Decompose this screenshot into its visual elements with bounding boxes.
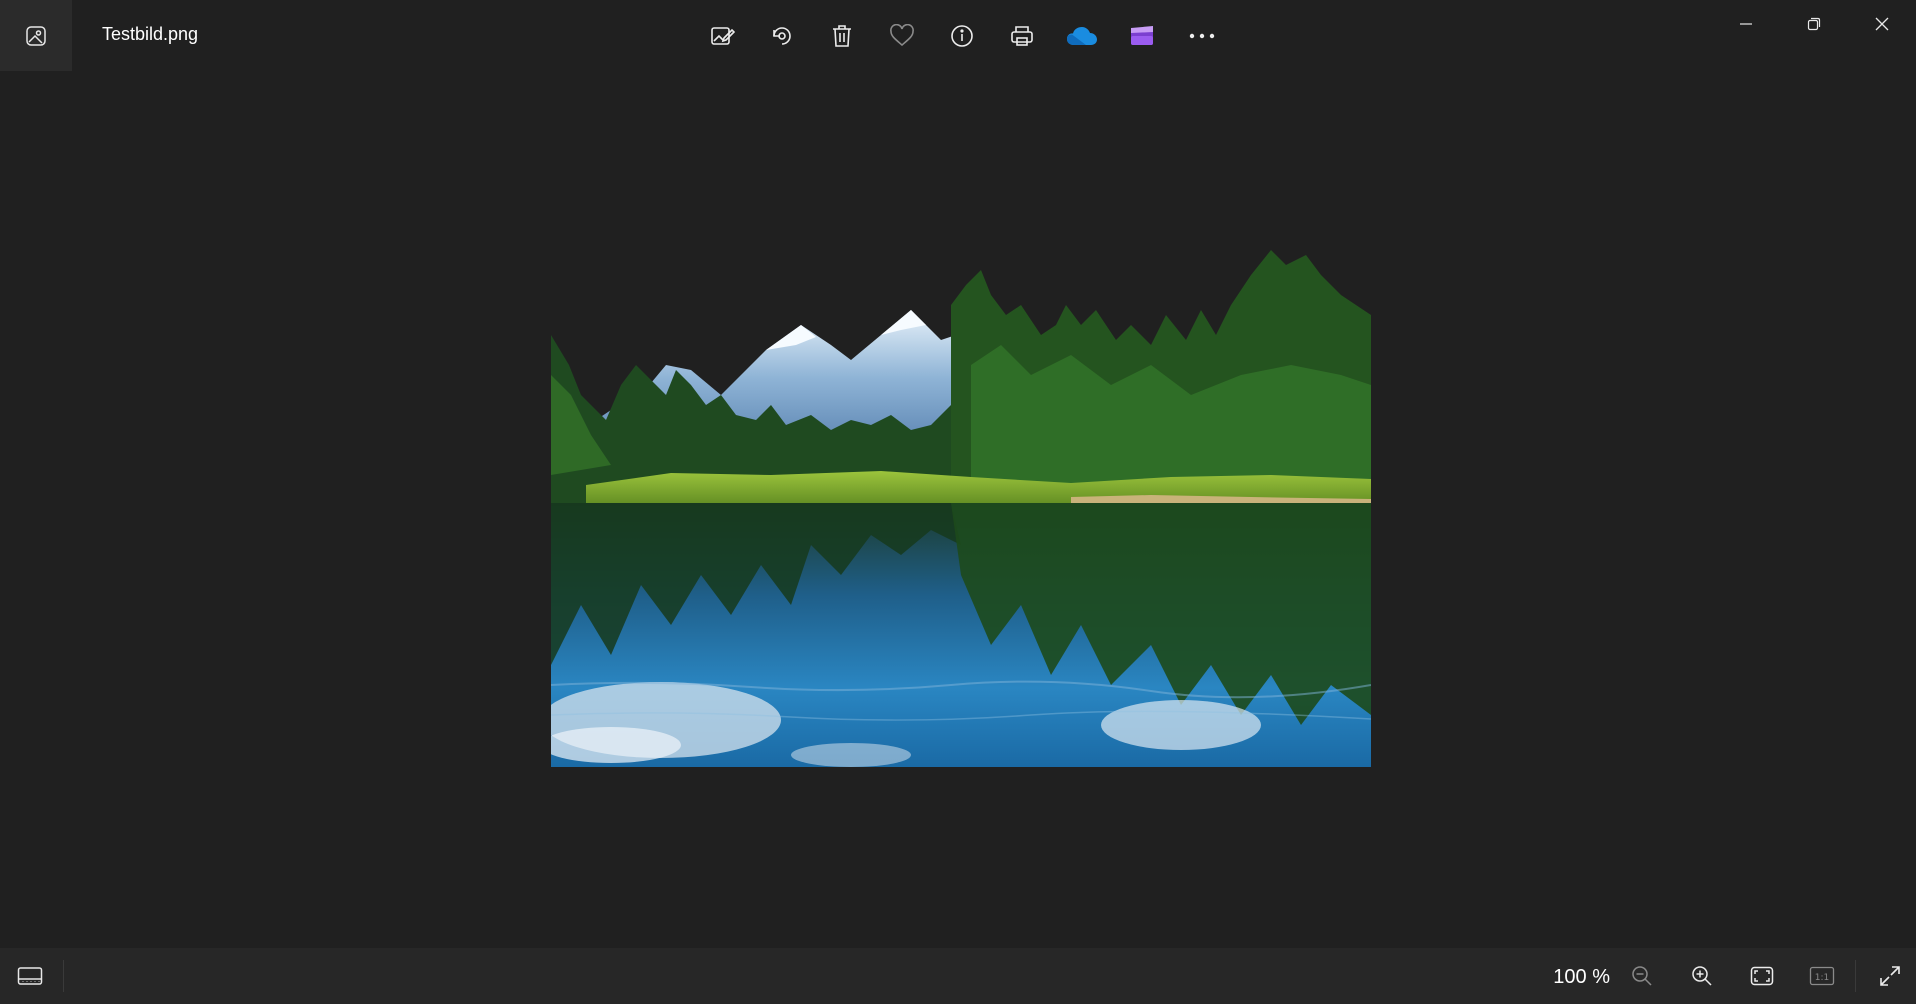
zoom-level[interactable]: 100 % [1540, 966, 1610, 989]
filmstrip-icon [17, 967, 43, 985]
bottom-bar: 100 % 1:1 [0, 948, 1916, 1004]
favorite-button[interactable] [880, 14, 924, 58]
restore-button[interactable] [1780, 0, 1848, 48]
minimize-icon [1740, 23, 1752, 25]
photos-viewer-window: Testbild.png 100 % 1:1 [0, 0, 1916, 1004]
toolbar [700, 14, 1240, 58]
zoom-in-icon [1692, 966, 1712, 986]
heart-icon [890, 24, 914, 47]
window-controls [1712, 0, 1916, 48]
fullscreen-button[interactable] [1868, 956, 1912, 996]
trash-icon [833, 25, 851, 47]
fit-to-window-button[interactable] [1740, 956, 1784, 996]
printer-icon [1011, 26, 1033, 46]
photo-image[interactable] [551, 245, 1371, 767]
zoom-out-icon [1632, 966, 1652, 986]
zoom-out-button[interactable] [1620, 956, 1664, 996]
actual-size-icon: 1:1 [1809, 966, 1835, 986]
separator [1855, 960, 1856, 992]
restore-icon [1807, 17, 1821, 31]
more-dots-icon [1189, 33, 1215, 39]
clipchamp-icon [1131, 26, 1153, 45]
info-icon [951, 25, 973, 47]
close-icon [1875, 17, 1889, 31]
onedrive-cloud-icon [1067, 27, 1097, 45]
file-name: Testbild.png [102, 24, 199, 44]
print-button[interactable] [1000, 14, 1044, 58]
rotate-button[interactable] [760, 14, 804, 58]
close-button[interactable] [1848, 0, 1916, 48]
separator [63, 960, 64, 992]
minimize-button[interactable] [1712, 0, 1780, 48]
zoom-in-button[interactable] [1680, 956, 1724, 996]
rotate-icon [773, 27, 791, 45]
filmstrip-toggle-button[interactable] [8, 958, 52, 994]
delete-button[interactable] [820, 14, 864, 58]
fit-window-icon [1750, 966, 1774, 986]
more-button[interactable] [1180, 14, 1224, 58]
actual-size-button[interactable]: 1:1 [1800, 956, 1844, 996]
edit-image-icon [711, 27, 735, 45]
expand-icon [1880, 966, 1900, 986]
photos-app-icon[interactable] [0, 0, 72, 71]
onedrive-button[interactable] [1060, 14, 1104, 58]
edit-image-button[interactable] [700, 14, 744, 58]
title-bar: Testbild.png [0, 0, 1916, 71]
file-info-button[interactable] [940, 14, 984, 58]
actual-size-label: 1:1 [1815, 973, 1829, 983]
clipchamp-button[interactable] [1120, 14, 1164, 58]
